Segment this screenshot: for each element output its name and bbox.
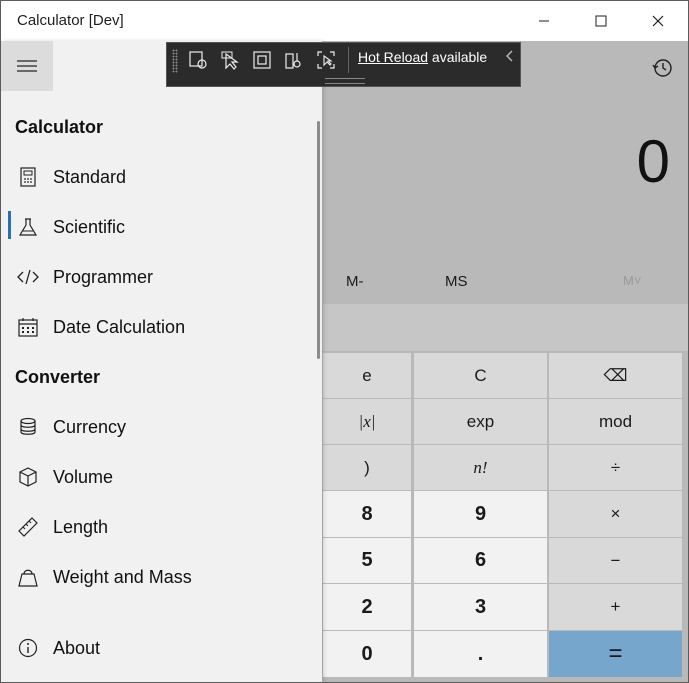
memory-store-button[interactable]: MS bbox=[445, 273, 468, 290]
chevron-left-icon[interactable] bbox=[504, 49, 514, 66]
backspace-button[interactable]: ⌫ bbox=[549, 353, 682, 398]
e-key[interactable]: e bbox=[323, 353, 411, 398]
pointer-select-icon[interactable] bbox=[219, 49, 241, 71]
nav-item-label: Programmer bbox=[53, 266, 154, 287]
calculator-icon bbox=[17, 166, 39, 188]
toolbar-drag-handle[interactable] bbox=[172, 49, 178, 73]
nav-item-weight-and-mass[interactable]: Weight and Mass bbox=[1, 555, 313, 599]
mod-button[interactable]: mod bbox=[549, 399, 682, 444]
nav-item-label: Length bbox=[53, 516, 109, 537]
digit-0-button[interactable]: 0 bbox=[323, 631, 411, 677]
digit-8-button[interactable]: 8 bbox=[323, 491, 411, 537]
nav-item-about[interactable]: About bbox=[1, 626, 313, 670]
navigation-pane: Calculator Converter Standard Scientific P… bbox=[1, 41, 322, 682]
toolbar-divider bbox=[348, 47, 349, 73]
app-content: 0 M- MS M˅ e C ⌫ |x| exp mod) n! ÷ 8 9 × 5 6−2 3 +0. = … bbox=[1, 41, 688, 682]
info-icon bbox=[17, 637, 39, 659]
nav-scrollbar[interactable] bbox=[317, 121, 320, 359]
history-button[interactable] bbox=[647, 53, 677, 83]
nav-item-label: Volume bbox=[53, 466, 114, 487]
digit-9-button[interactable]: 9 bbox=[414, 491, 547, 537]
hot-reload-suffix: available bbox=[428, 49, 488, 65]
equals-button[interactable]: = bbox=[549, 631, 682, 677]
weight-icon bbox=[17, 566, 39, 588]
nav-item-label: Date Calculation bbox=[53, 316, 186, 337]
clear-button[interactable]: C bbox=[414, 353, 547, 398]
close-paren-button[interactable]: ) bbox=[323, 445, 411, 490]
add-button[interactable]: + bbox=[549, 584, 682, 630]
nav-item-label: Weight and Mass bbox=[53, 566, 192, 587]
result-display: 0 bbox=[636, 128, 670, 195]
track-focus-icon[interactable] bbox=[315, 49, 337, 71]
layout-adorner-icon[interactable] bbox=[251, 49, 273, 71]
close-button[interactable] bbox=[629, 1, 687, 41]
subtract-button[interactable]: − bbox=[549, 538, 682, 583]
nav-item-programmer[interactable]: Programmer bbox=[1, 255, 313, 299]
debug-toolbar: Hot Reload available bbox=[166, 42, 521, 87]
history-icon bbox=[652, 59, 672, 77]
coins-icon bbox=[17, 416, 39, 438]
maximize-button[interactable] bbox=[572, 1, 630, 41]
memory-list-button[interactable]: M˅ bbox=[623, 273, 641, 288]
abs-button[interactable]: |x| bbox=[323, 399, 411, 444]
hamburger-icon bbox=[17, 60, 37, 72]
calculator-window: Calculator [Dev] 0 M- MS M˅ e C ⌫ |x| exp mod… bbox=[0, 0, 689, 683]
toolbar-grip[interactable] bbox=[325, 78, 365, 84]
nav-item-scientific[interactable]: Scientific bbox=[1, 205, 313, 249]
minimize-button[interactable] bbox=[515, 1, 573, 41]
nav-item-currency[interactable]: Currency bbox=[1, 405, 313, 449]
hamburger-button[interactable] bbox=[1, 41, 53, 91]
memory-subtract-button[interactable]: M- bbox=[346, 273, 364, 290]
nav-item-standard[interactable]: Standard bbox=[1, 155, 313, 199]
nav-item-label: Scientific bbox=[53, 216, 126, 237]
decimal-button[interactable]: . bbox=[414, 631, 547, 677]
exp-button[interactable]: exp bbox=[414, 399, 547, 444]
hot-reload-link[interactable]: Hot Reload bbox=[358, 49, 428, 65]
nav-header-converter: Converter bbox=[15, 367, 101, 387]
flask-icon bbox=[17, 216, 39, 238]
nav-item-volume[interactable]: Volume bbox=[1, 455, 313, 499]
nav-item-date-calculation[interactable]: Date Calculation bbox=[1, 305, 313, 349]
ruler-icon bbox=[17, 516, 39, 538]
cube-icon bbox=[17, 466, 39, 488]
multiply-button[interactable]: × bbox=[549, 491, 682, 537]
nav-item-length[interactable]: Length bbox=[1, 505, 313, 549]
hot-reload-status: Hot Reload available bbox=[358, 49, 487, 65]
digit-3-button[interactable]: 3 bbox=[414, 584, 547, 630]
digit-5-button[interactable]: 5 bbox=[323, 538, 411, 583]
digit-2-button[interactable]: 2 bbox=[323, 584, 411, 630]
nav-item-label: Standard bbox=[53, 166, 127, 187]
code-icon bbox=[17, 266, 39, 288]
title-bar: Calculator [Dev] bbox=[1, 1, 688, 41]
nav-item-label: About bbox=[53, 637, 101, 658]
nav-header-calculator: Calculator bbox=[15, 117, 104, 137]
window-title: Calculator [Dev] bbox=[17, 12, 124, 29]
factorial-button[interactable]: n! bbox=[414, 445, 547, 490]
divide-button[interactable]: ÷ bbox=[549, 445, 682, 490]
nav-item-label: Currency bbox=[53, 416, 127, 437]
function-row-background bbox=[323, 304, 688, 351]
digit-6-button[interactable]: 6 bbox=[414, 538, 547, 583]
calendar-icon bbox=[17, 316, 39, 338]
accessibility-check-icon[interactable] bbox=[283, 49, 305, 71]
select-element-icon[interactable] bbox=[187, 49, 209, 71]
